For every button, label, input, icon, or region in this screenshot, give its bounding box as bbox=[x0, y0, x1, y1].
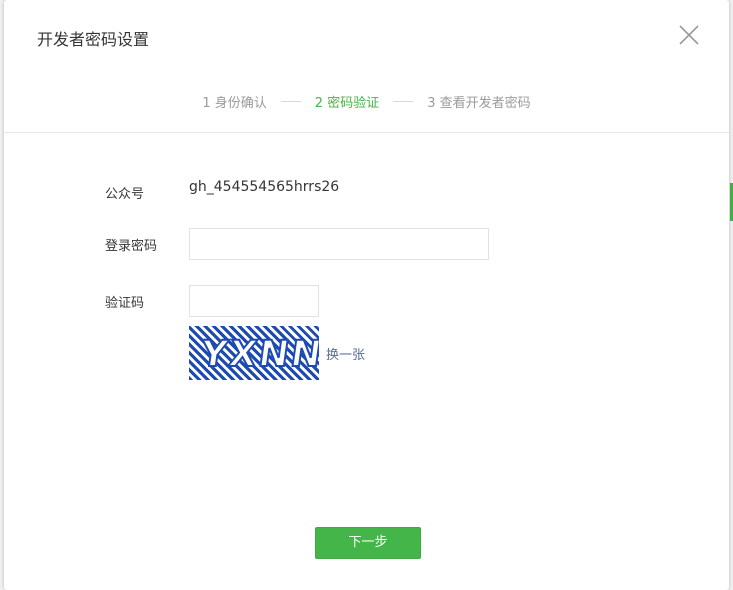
step-1: 1 身份确认 bbox=[202, 96, 267, 111]
step-2-active: 2 密码验证 bbox=[314, 96, 380, 111]
step-separator bbox=[393, 101, 414, 102]
account-value: gh_454554565hrrs26 bbox=[189, 179, 340, 195]
close-icon bbox=[679, 25, 699, 45]
password-input[interactable] bbox=[189, 228, 489, 260]
captcha-text: YXNN bbox=[197, 332, 319, 375]
dialog-title: 开发者密码设置 bbox=[37, 30, 150, 49]
account-label: 公众号 bbox=[105, 187, 145, 202]
step-separator bbox=[280, 101, 301, 102]
header-divider bbox=[4, 132, 729, 133]
password-settings-dialog: 开发者密码设置 1 身份确认 2 密码验证 3 查看开发者密码 公众号 gh_454… bbox=[4, 0, 729, 590]
close-button[interactable] bbox=[678, 24, 700, 46]
captcha-label: 验证码 bbox=[105, 296, 145, 311]
captcha-input[interactable] bbox=[189, 285, 319, 317]
captcha-image[interactable]: YXNN bbox=[189, 326, 319, 380]
step-3: 3 查看开发者密码 bbox=[427, 96, 531, 111]
step-indicator: 1 身份确认 2 密码验证 3 查看开发者密码 bbox=[4, 92, 729, 111]
password-label: 登录密码 bbox=[105, 239, 158, 254]
refresh-captcha-link[interactable]: 换一张 bbox=[326, 344, 365, 363]
next-step-button[interactable]: 下一步 bbox=[315, 527, 421, 559]
